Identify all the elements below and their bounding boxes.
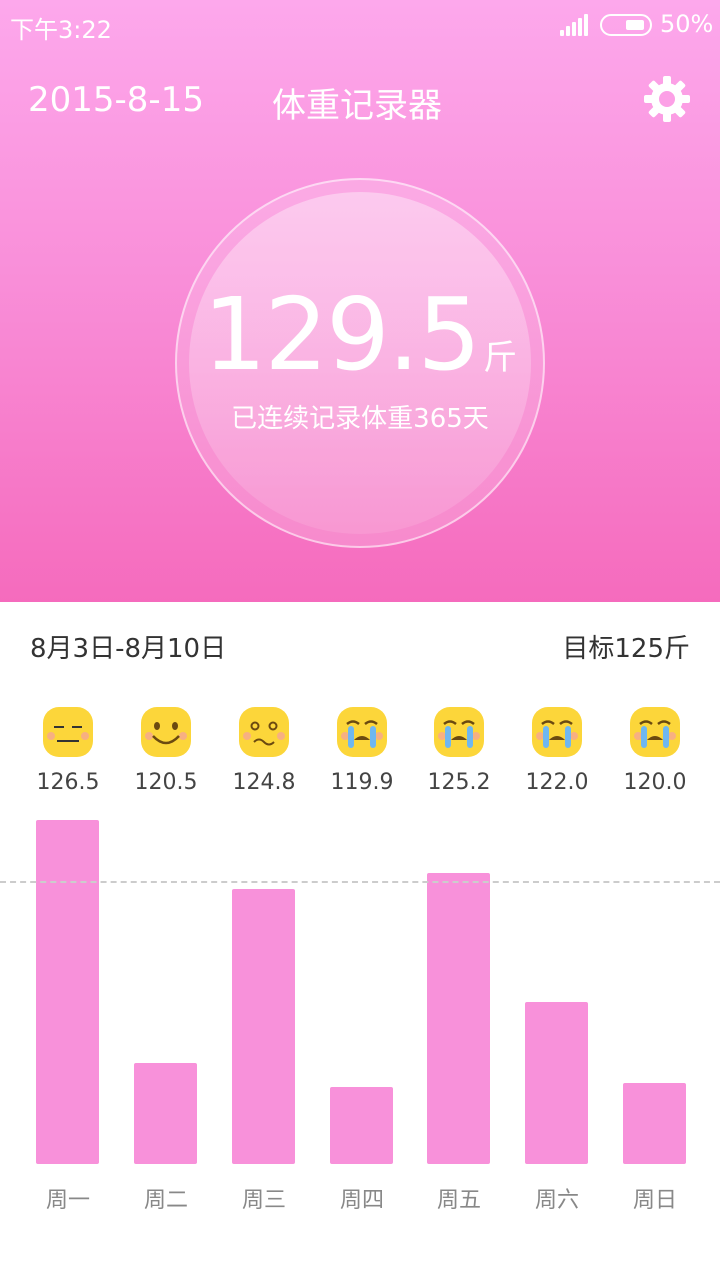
week-range: 8月3日-8月10日 [30, 634, 227, 664]
day-label: 周二 [143, 1188, 188, 1213]
signal-icon [560, 14, 590, 36]
date-label[interactable]: 2015-8-15 [28, 80, 204, 120]
crying-face-icon [433, 706, 485, 758]
battery-icon [600, 14, 652, 36]
meh-face-icon [42, 706, 94, 758]
weight-circle[interactable]: 129.5 斤 已连续记录体重365天 [175, 178, 545, 548]
day-label: 周一 [45, 1188, 90, 1213]
target-weight: 目标125斤 [562, 634, 690, 664]
worried-face-icon [238, 706, 290, 758]
gear-icon[interactable] [642, 74, 692, 124]
crying-face-icon [531, 706, 583, 758]
bar-value-label: 119.9 [330, 770, 394, 795]
bar-value-label: 124.8 [232, 770, 296, 795]
weight-bar[interactable] [427, 872, 490, 1164]
bar-value-label: 125.2 [427, 770, 491, 795]
crying-face-icon [336, 706, 388, 758]
page-title: 体重记录器 [272, 86, 442, 126]
header-panel: 下午3:22 50% 2015-8-15 体重记录器 129.5 斤 已连续记录体… [0, 0, 720, 602]
day-label: 周三 [241, 1188, 286, 1213]
bar-value-label: 120.5 [134, 770, 198, 795]
weight-bar[interactable] [525, 1002, 588, 1164]
battery-level: 50% [660, 10, 714, 38]
bar-value-label: 126.5 [36, 770, 100, 795]
weight-bar[interactable] [330, 1087, 393, 1164]
weight-bar[interactable] [134, 1062, 197, 1164]
status-time: 下午3:22 [10, 16, 112, 44]
weight-bar[interactable] [36, 820, 99, 1164]
day-label: 周五 [436, 1188, 481, 1213]
target-line [0, 880, 720, 883]
current-weight: 129.5 斤 [177, 276, 543, 393]
crying-face-icon [629, 706, 681, 758]
smile-face-icon [140, 706, 192, 758]
weight-unit: 斤 [483, 338, 518, 378]
day-label: 周六 [534, 1188, 579, 1213]
day-label: 周四 [339, 1188, 384, 1213]
streak-text: 已连续记录体重365天 [231, 404, 489, 434]
bar-value-label: 120.0 [623, 770, 687, 795]
day-label: 周日 [632, 1188, 677, 1213]
bar-value-label: 122.0 [525, 770, 589, 795]
weight-bar[interactable] [232, 888, 295, 1164]
weight-bar[interactable] [623, 1083, 686, 1164]
status-bar: 下午3:22 50% [0, 0, 720, 50]
weight-value: 129.5 [202, 276, 481, 393]
